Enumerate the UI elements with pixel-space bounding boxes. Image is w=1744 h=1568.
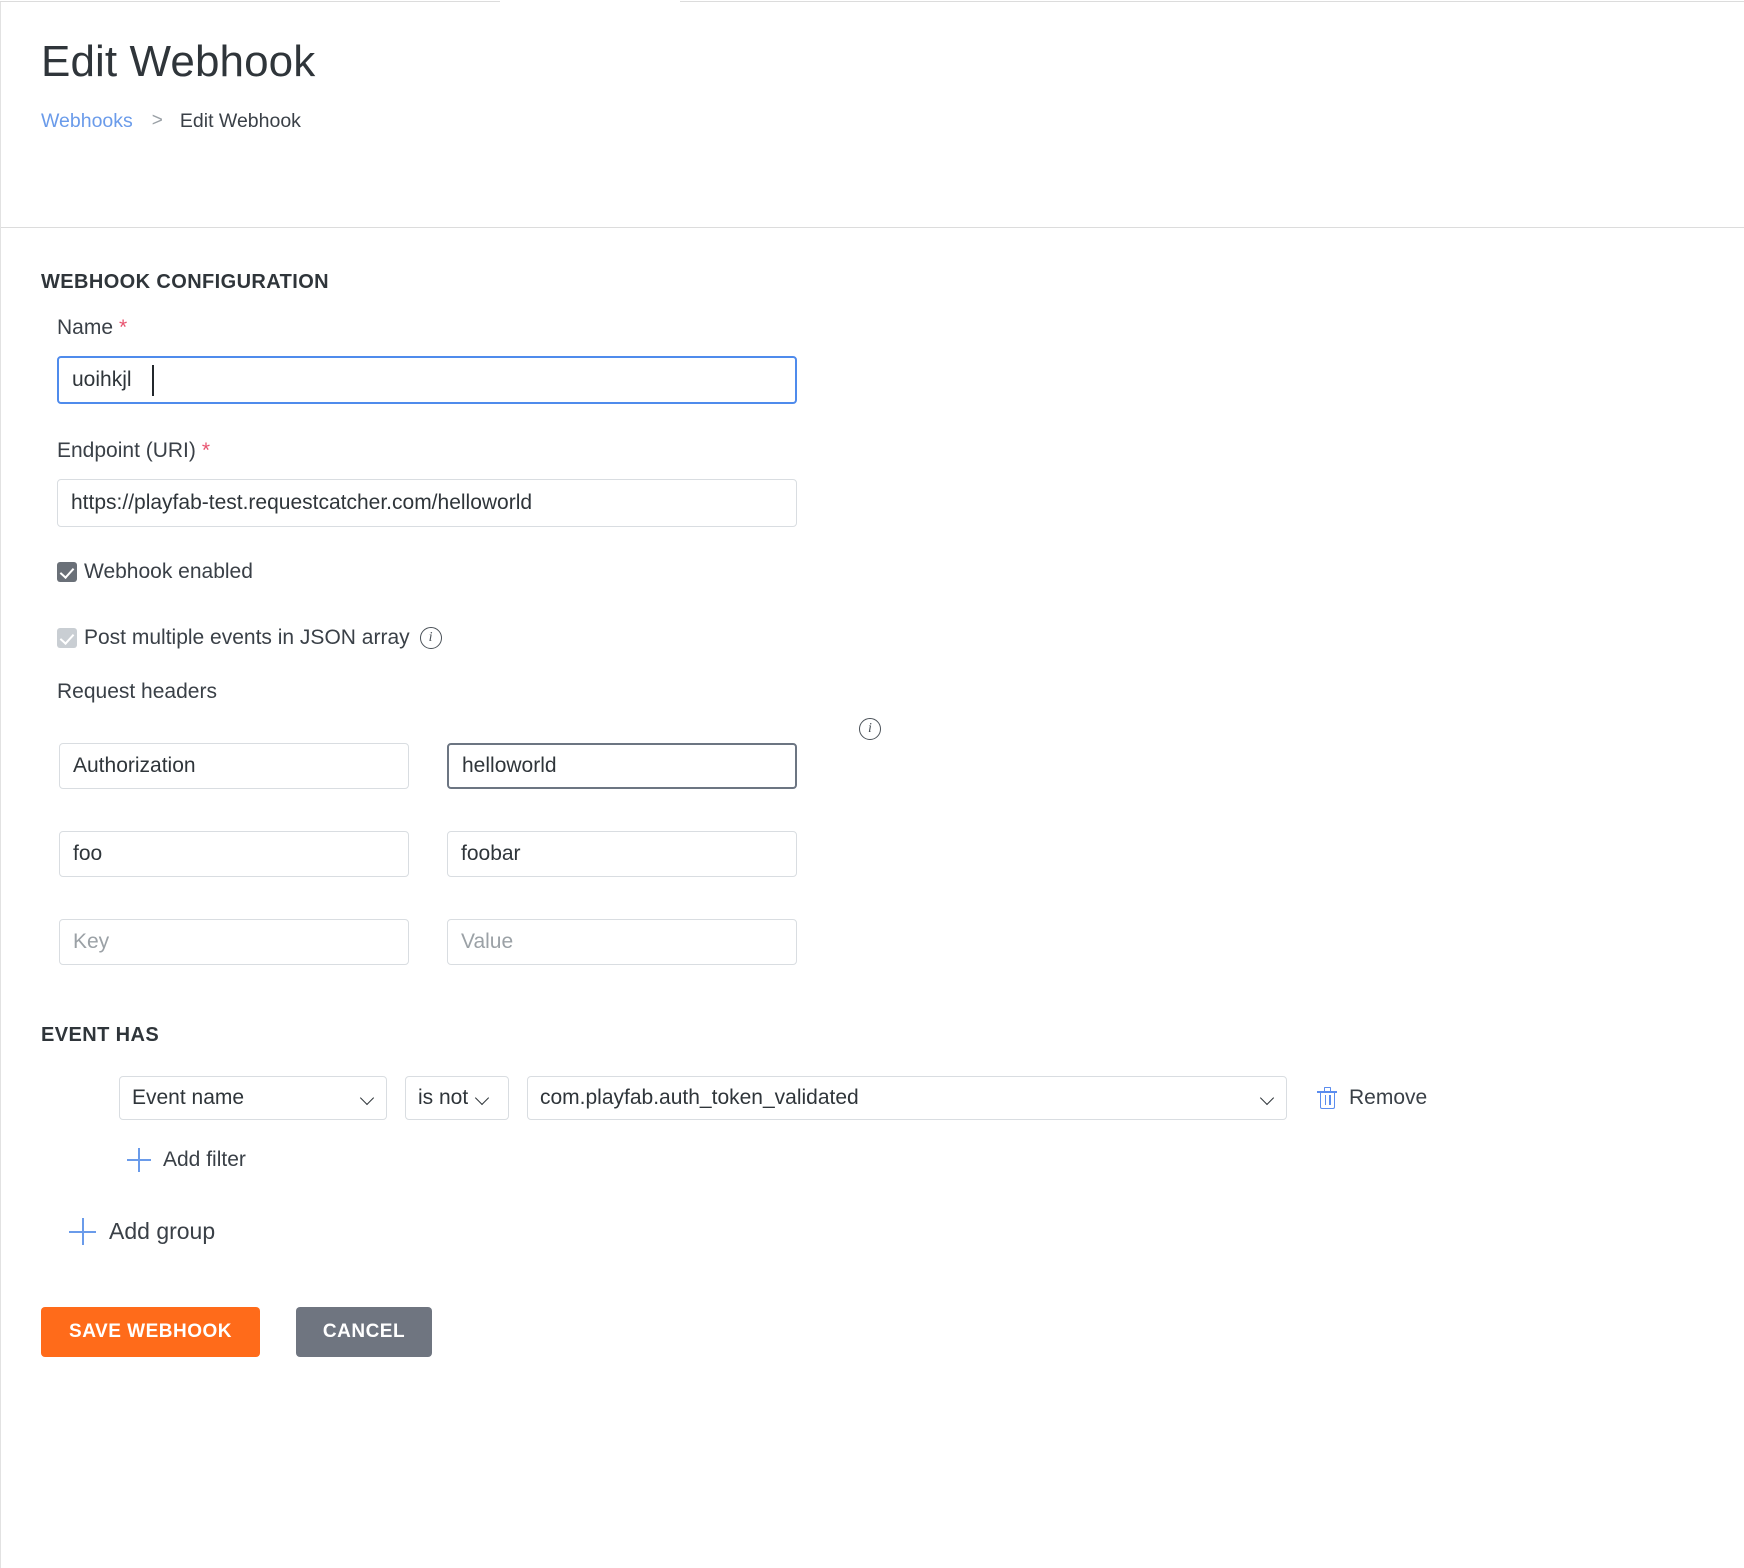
header-key-input[interactable] bbox=[59, 919, 409, 965]
filter-value-value: com.playfab.auth_token_validated bbox=[540, 1086, 1253, 1110]
breadcrumb-current: Edit Webhook bbox=[180, 112, 301, 132]
filter-operator-select[interactable]: is not bbox=[405, 1076, 509, 1120]
page-title: Edit Webhook bbox=[41, 38, 315, 86]
chevron-down-icon bbox=[476, 1092, 489, 1105]
remove-filter-label: Remove bbox=[1349, 1086, 1427, 1110]
name-label-text: Name bbox=[57, 316, 113, 339]
trash-icon bbox=[1317, 1087, 1337, 1109]
header-value-input[interactable] bbox=[447, 919, 797, 965]
name-input[interactable] bbox=[57, 356, 797, 404]
endpoint-required-marker: * bbox=[202, 439, 210, 462]
plus-icon bbox=[69, 1218, 96, 1245]
webhook-enabled-label: Webhook enabled bbox=[84, 560, 253, 584]
endpoint-label: Endpoint (URI) * bbox=[57, 439, 210, 463]
chevron-down-icon bbox=[361, 1092, 374, 1105]
filter-field-select[interactable]: Event name bbox=[119, 1076, 387, 1120]
chevron-down-icon bbox=[1261, 1092, 1274, 1105]
webhook-enabled-row[interactable]: Webhook enabled bbox=[57, 560, 253, 584]
section-title-event-has: EVENT HAS bbox=[41, 1024, 159, 1047]
text-cursor bbox=[152, 365, 154, 396]
filter-field-value: Event name bbox=[132, 1086, 353, 1110]
filter-value-select[interactable]: com.playfab.auth_token_validated bbox=[527, 1076, 1287, 1120]
request-headers-label: Request headers bbox=[57, 680, 217, 704]
header-value-input[interactable] bbox=[447, 743, 797, 789]
add-group-label: Add group bbox=[109, 1218, 215, 1245]
add-group-button[interactable]: Add group bbox=[69, 1218, 215, 1245]
info-icon[interactable]: i bbox=[859, 718, 881, 740]
breadcrumb-link-webhooks[interactable]: Webhooks bbox=[41, 112, 133, 132]
name-label: Name * bbox=[57, 316, 127, 340]
add-filter-button[interactable]: Add filter bbox=[127, 1148, 246, 1172]
cancel-button[interactable]: CANCEL bbox=[296, 1307, 432, 1357]
filter-row: Event name is not com.playfab.auth_token… bbox=[119, 1076, 1427, 1120]
section-title-webhook-configuration: WEBHOOK CONFIGURATION bbox=[41, 271, 329, 294]
breadcrumb: Webhooks > Edit Webhook bbox=[41, 112, 301, 132]
info-icon[interactable]: i bbox=[420, 627, 442, 649]
header-value-input[interactable] bbox=[447, 831, 797, 877]
endpoint-label-text: Endpoint (URI) bbox=[57, 439, 196, 462]
filter-operator-value: is not bbox=[418, 1086, 468, 1110]
post-multiple-events-row[interactable]: Post multiple events in JSON array i bbox=[57, 626, 442, 650]
webhook-form: WEBHOOK CONFIGURATION Name * Endpoint (UR… bbox=[1, 228, 1744, 1568]
remove-filter-button[interactable]: Remove bbox=[1317, 1086, 1427, 1110]
endpoint-input[interactable] bbox=[57, 479, 797, 527]
post-multiple-events-checkbox bbox=[57, 628, 77, 648]
plus-icon bbox=[127, 1148, 151, 1172]
breadcrumb-separator-icon: > bbox=[152, 111, 163, 130]
webhook-enabled-checkbox[interactable] bbox=[57, 562, 77, 582]
name-required-marker: * bbox=[119, 316, 127, 339]
page-header: Edit Webhook Webhooks > Edit Webhook bbox=[1, 2, 1744, 228]
header-key-input[interactable] bbox=[59, 743, 409, 789]
header-key-input[interactable] bbox=[59, 831, 409, 877]
add-filter-label: Add filter bbox=[163, 1148, 246, 1172]
post-multiple-events-label: Post multiple events in JSON array bbox=[84, 626, 410, 650]
save-webhook-button[interactable]: SAVE WEBHOOK bbox=[41, 1307, 260, 1357]
